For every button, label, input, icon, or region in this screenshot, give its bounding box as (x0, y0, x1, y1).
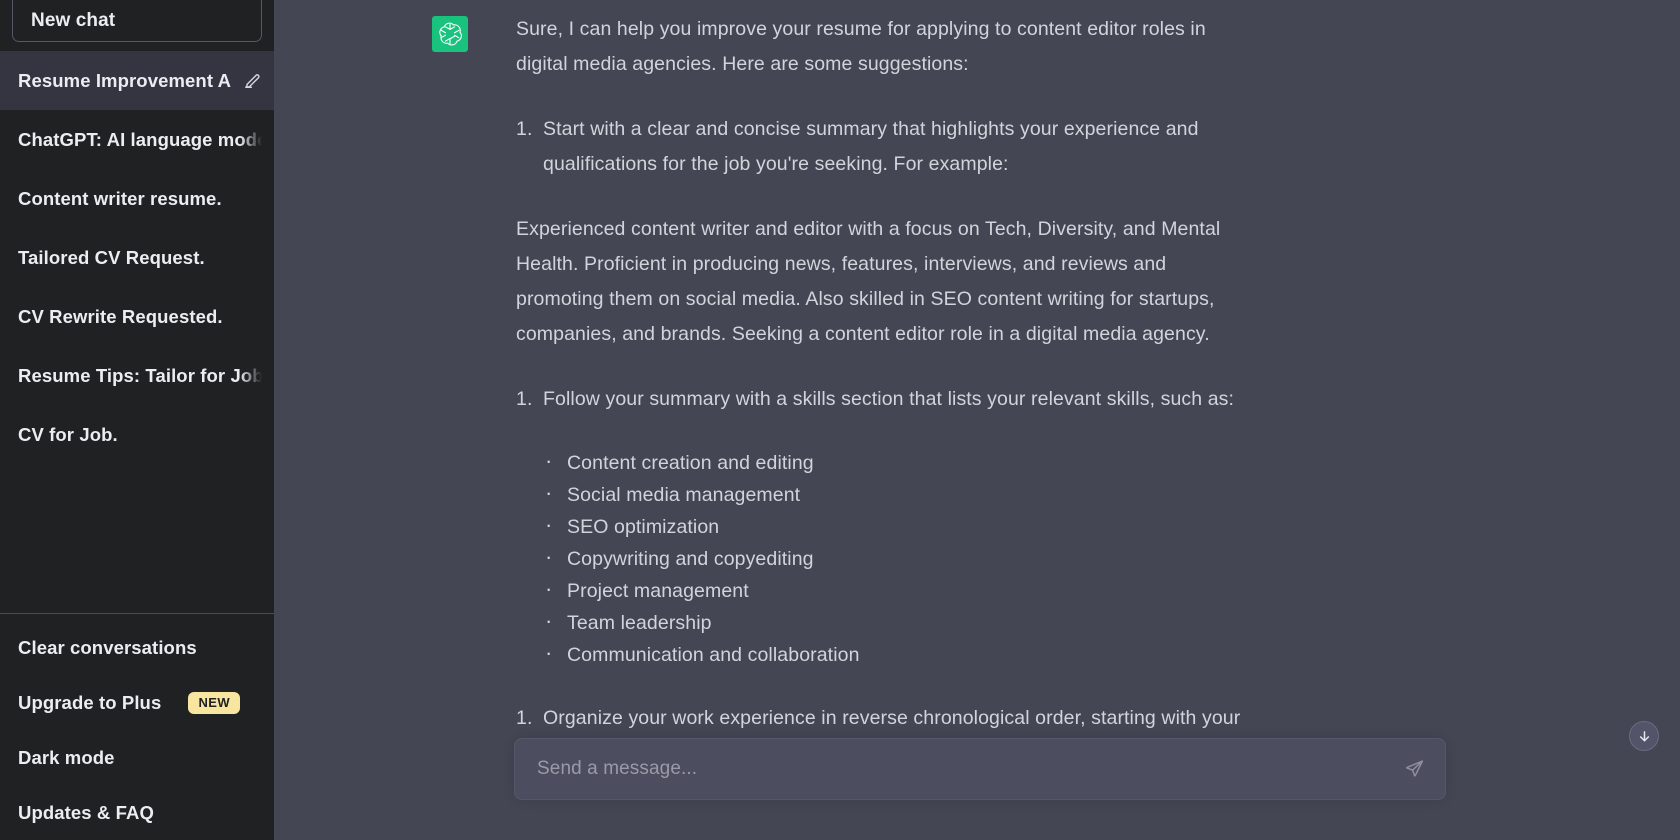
conversation-list[interactable]: Resume Improvement A ChatGPT: AI languag… (0, 42, 274, 613)
conversation-label: Tailored CV Request. (18, 246, 205, 268)
message-input[interactable] (537, 758, 1393, 780)
list-item: SEO optimization (543, 509, 1258, 543)
menu-item-clear-conversations[interactable]: Clear conversations (0, 620, 274, 675)
menu-item-label: Updates & FAQ (18, 801, 154, 823)
message-example-paragraph: Experienced content writer and editor wi… (516, 218, 1221, 345)
conversation-label: CV for Job. (18, 423, 118, 445)
menu-item-label: Clear conversations (18, 636, 197, 658)
conversation-label: CV Rewrite Requested. (18, 305, 223, 327)
sidebar-header: New chat (0, 0, 274, 42)
list-item: Follow your summary with a skills sectio… (516, 382, 1258, 417)
menu-item-label: Dark mode (18, 746, 115, 768)
message-text: Sure, I can help you improve your resume… (468, 12, 1258, 730)
list-item: Organize your work experience in reverse… (516, 701, 1258, 730)
numbered-list-step-1: Start with a clear and concise summary t… (516, 112, 1258, 182)
send-paper-plane-icon[interactable] (1400, 755, 1429, 784)
list-item: Content creation and editing (543, 445, 1258, 479)
list-item: Team leadership (543, 605, 1258, 639)
list-item: Project management (543, 573, 1258, 607)
skills-bullet-list: Content creation and editing Social medi… (516, 445, 1258, 671)
conversation-thread[interactable]: Sure, I can help you improve your resume… (274, 0, 1680, 730)
numbered-list-step-2: Follow your summary with a skills sectio… (516, 382, 1258, 417)
sidebar: New chat Resume Improvement A ChatGPT: A… (0, 0, 274, 840)
conversation-item-content-writer-resume[interactable]: Content writer resume. (0, 169, 274, 228)
numbered-list-step-3: Organize your work experience in reverse… (516, 701, 1258, 730)
conversation-item-chatgpt-ai-language-model[interactable]: ChatGPT: AI language model. (0, 110, 274, 169)
menu-item-upgrade-to-plus[interactable]: Upgrade to Plus NEW (0, 675, 274, 730)
list-item: Start with a clear and concise summary t… (516, 112, 1258, 182)
chatgpt-logo-icon (432, 16, 468, 52)
conversation-item-resume-tips-tailor-for-job[interactable]: Resume Tips: Tailor for Job (0, 346, 274, 405)
list-item: Social media management (543, 477, 1258, 511)
conversation-item-resume-improvement-a[interactable]: Resume Improvement A (0, 51, 274, 110)
composer-area (274, 730, 1680, 840)
scroll-to-bottom-button[interactable] (1629, 721, 1659, 751)
pencil-icon[interactable] (243, 71, 262, 90)
menu-item-label: Upgrade to Plus (18, 691, 162, 713)
main-content: Sure, I can help you improve your resume… (274, 0, 1680, 840)
conversation-label: Resume Improvement A (18, 69, 232, 91)
assistant-message: Sure, I can help you improve your resume… (274, 0, 1680, 730)
list-item: Communication and collaboration (543, 637, 1258, 671)
conversation-item-tailored-cv-request[interactable]: Tailored CV Request. (0, 228, 274, 287)
conversation-item-cv-rewrite-requested[interactable]: CV Rewrite Requested. (0, 287, 274, 346)
conversation-item-cv-for-job[interactable]: CV for Job. (0, 405, 274, 464)
conversation-label: Resume Tips: Tailor for Job (18, 364, 262, 386)
conversation-label: ChatGPT: AI language model. (18, 128, 262, 150)
sidebar-menu: Clear conversations Upgrade to Plus NEW … (0, 614, 274, 840)
new-chat-button[interactable]: New chat (12, 0, 262, 42)
conversation-label: Content writer resume. (18, 187, 222, 209)
new-chat-label: New chat (31, 10, 116, 31)
menu-item-updates-and-faq[interactable]: Updates & FAQ (0, 785, 274, 840)
composer[interactable] (514, 738, 1446, 800)
message-intro-paragraph: Sure, I can help you improve your resume… (516, 18, 1206, 75)
menu-item-dark-mode[interactable]: Dark mode (0, 730, 274, 785)
chatgpt-app: New chat Resume Improvement A ChatGPT: A… (0, 0, 1680, 840)
new-badge: NEW (188, 691, 240, 714)
conversation-actions (243, 71, 274, 90)
arrow-down-icon (1637, 729, 1652, 744)
list-item: Copywriting and copyediting (543, 541, 1258, 575)
